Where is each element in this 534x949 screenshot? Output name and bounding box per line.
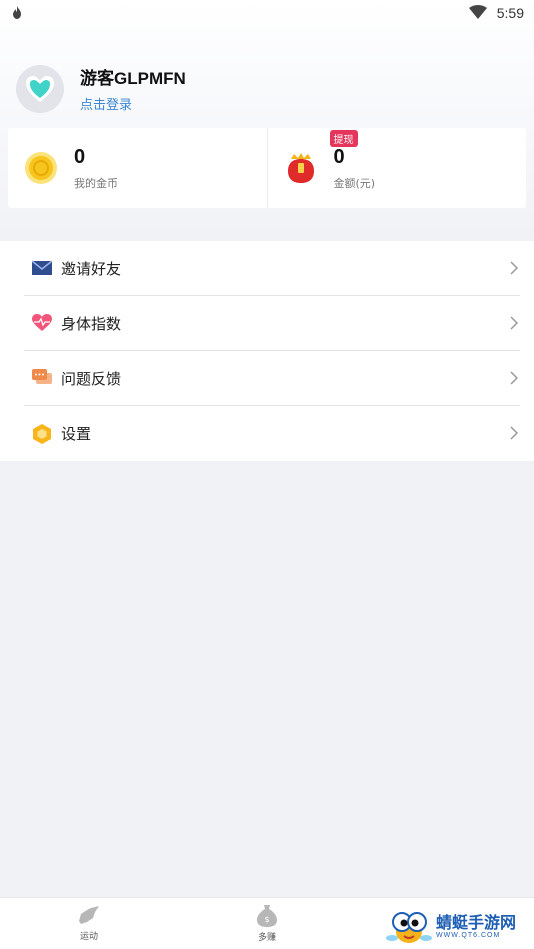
tab-label: 多赚 bbox=[257, 932, 276, 943]
menu-item-settings[interactable]: 设置 bbox=[24, 406, 520, 461]
watermark-url: WWW.QT6.COM bbox=[436, 931, 501, 939]
balance-value: 0 bbox=[333, 145, 345, 168]
shoe-icon bbox=[79, 905, 99, 924]
chat-bubble-icon bbox=[32, 368, 52, 388]
hexagon-settings-icon bbox=[32, 423, 52, 444]
stats-card: 0 我的金币 0 金额(元) 提现 bbox=[8, 128, 526, 208]
menu-item-label: 设置 bbox=[61, 425, 92, 443]
coins-value: 0 bbox=[74, 145, 86, 168]
menu-item-label: 邀请好友 bbox=[61, 259, 122, 278]
tab-label: 运动 bbox=[79, 931, 98, 942]
status-bar: 5:59 bbox=[0, 0, 534, 26]
watermark-logo: 蜻蜓手游网 WWW.QT6.COM bbox=[386, 904, 532, 948]
menu-item-body-index[interactable]: 身体指数 bbox=[24, 296, 520, 351]
chevron-right-icon bbox=[510, 426, 518, 440]
watermark-title: 蜻蜓手游网 bbox=[436, 912, 517, 932]
login-link[interactable]: 点击登录 bbox=[80, 94, 186, 113]
gold-coin-icon bbox=[25, 152, 57, 184]
chevron-right-icon bbox=[510, 371, 518, 385]
tab-exercise[interactable]: 运动 bbox=[0, 898, 178, 949]
balance-stat[interactable]: 0 金额(元) 提现 bbox=[266, 128, 527, 208]
menu-item-invite-friends[interactable]: 邀请好友 bbox=[24, 241, 520, 296]
menu-list: 邀请好友 身体指数 问题反馈 设置 bbox=[0, 241, 534, 461]
menu-item-label: 问题反馈 bbox=[61, 369, 122, 388]
coins-stat[interactable]: 0 我的金币 bbox=[8, 128, 267, 208]
avatar[interactable] bbox=[16, 64, 64, 113]
wifi-icon bbox=[468, 4, 487, 23]
heart-icon bbox=[26, 75, 54, 102]
status-time: 5:59 bbox=[496, 5, 524, 21]
money-bag-icon: $ bbox=[257, 904, 277, 927]
username: 游客GLPMFN bbox=[80, 69, 186, 88]
chevron-right-icon bbox=[510, 316, 518, 330]
svg-text:$: $ bbox=[264, 915, 269, 924]
menu-item-feedback[interactable]: 问题反馈 bbox=[24, 351, 520, 406]
dragonfly-mascot-icon bbox=[386, 912, 432, 943]
envelope-icon bbox=[32, 258, 52, 278]
withdraw-badge[interactable]: 提现 bbox=[329, 130, 358, 147]
chevron-right-icon bbox=[510, 261, 518, 275]
balance-label: 金额(元) bbox=[333, 176, 376, 190]
red-envelope-icon bbox=[287, 153, 314, 183]
menu-item-label: 身体指数 bbox=[61, 314, 122, 333]
heart-pulse-icon bbox=[32, 313, 52, 333]
flame-icon bbox=[12, 4, 22, 23]
tab-earn-more[interactable]: $ 多赚 bbox=[178, 898, 356, 949]
profile-header[interactable]: 游客GLPMFN 点击登录 bbox=[16, 64, 186, 113]
coins-label: 我的金币 bbox=[74, 176, 118, 190]
